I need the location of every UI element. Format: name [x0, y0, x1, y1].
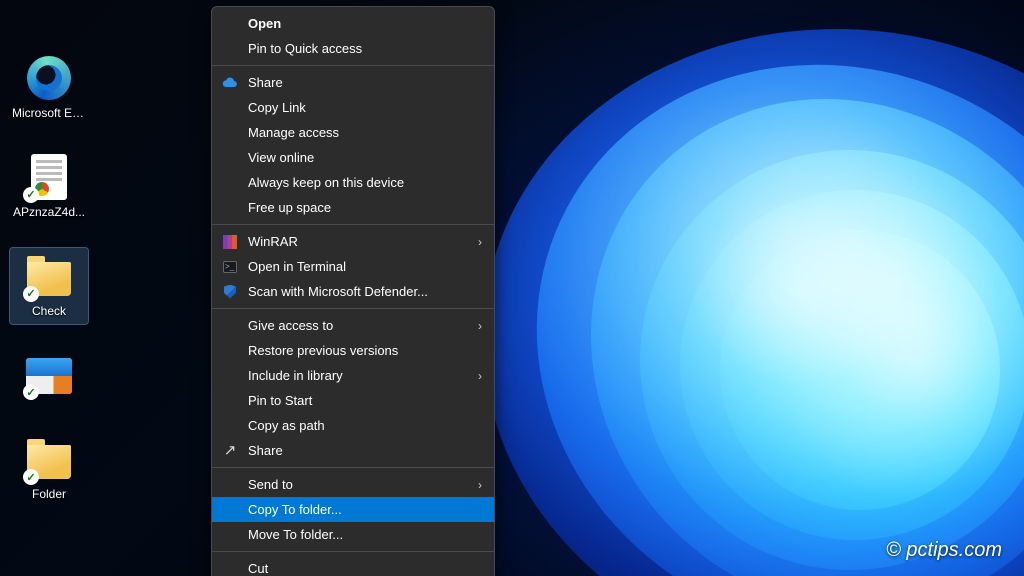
menu-item-label: Include in library [248, 368, 343, 383]
menu-item-label: Restore previous versions [248, 343, 398, 358]
menu-item-label: Open in Terminal [248, 259, 346, 274]
books-icon [222, 234, 238, 250]
menu-item-pin-to-start[interactable]: Pin to Start [212, 388, 494, 413]
menu-item-free-up-space[interactable]: Free up space [212, 195, 494, 220]
menu-separator [212, 467, 494, 468]
menu-item-give-access-to[interactable]: Give access to › [212, 313, 494, 338]
share-icon: ↗ [222, 443, 238, 459]
menu-item-label: Always keep on this device [248, 175, 404, 190]
desktop-icon-label: Microsoft Edge [12, 107, 86, 121]
menu-item-label: Free up space [248, 200, 331, 215]
menu-item-pin-to-quick-access[interactable]: Pin to Quick access [212, 36, 494, 61]
chevron-right-icon: › [478, 478, 482, 492]
menu-item-send-to[interactable]: Send to › [212, 472, 494, 497]
menu-item-label: Copy To folder... [248, 502, 342, 517]
menu-item-view-online[interactable]: View online [212, 145, 494, 170]
menu-item-move-to-folder[interactable]: Move To folder... [212, 522, 494, 547]
menu-item-copy-as-path[interactable]: Copy as path [212, 413, 494, 438]
desktop-icon-label: APznzaZ4d... [12, 206, 86, 220]
doc-icon [25, 153, 73, 201]
menu-item-cut[interactable]: Cut [212, 556, 494, 576]
sync-badge-icon [23, 187, 39, 203]
menu-item-open[interactable]: Open [212, 11, 494, 36]
terminal-icon: >_ [222, 259, 238, 275]
menu-item-copy-link[interactable]: Copy Link [212, 95, 494, 120]
menu-item-scan-with-microsoft-defender[interactable]: Scan with Microsoft Defender... [212, 279, 494, 304]
watermark: © pctips.com [886, 539, 1002, 562]
folder-icon [25, 252, 73, 300]
menu-item-label: Share [248, 75, 283, 90]
menu-item-label: Cut [248, 561, 268, 576]
menu-separator [212, 65, 494, 66]
menu-item-copy-to-folder[interactable]: Copy To folder... [212, 497, 494, 522]
menu-item-label: Scan with Microsoft Defender... [248, 284, 428, 299]
desktop-icon-label: Folder [12, 488, 86, 502]
desktop-icon-folder2[interactable]: Folder [10, 431, 88, 508]
sync-badge-icon [23, 469, 39, 485]
menu-item-label: View online [248, 150, 314, 165]
cloud-icon [222, 75, 238, 91]
edge-icon [25, 54, 73, 102]
wallpaper-bloom [420, 0, 1024, 576]
menu-item-always-keep-on-this-device[interactable]: Always keep on this device [212, 170, 494, 195]
sync-badge-icon [23, 384, 39, 400]
menu-item-label: Open [248, 16, 281, 31]
menu-item-label: Copy Link [248, 100, 306, 115]
menu-item-open-in-terminal[interactable]: >_ Open in Terminal [212, 254, 494, 279]
menu-item-include-in-library[interactable]: Include in library › [212, 363, 494, 388]
menu-item-label: Copy as path [248, 418, 325, 433]
chevron-right-icon: › [478, 235, 482, 249]
menu-item-share[interactable]: Share [212, 70, 494, 95]
desktop-icon-edge[interactable]: Microsoft Edge [10, 50, 88, 127]
desktop-icon-cpl[interactable] [10, 346, 88, 409]
menu-item-restore-previous-versions[interactable]: Restore previous versions [212, 338, 494, 363]
menu-item-label: Send to [248, 477, 293, 492]
chevron-right-icon: › [478, 319, 482, 333]
menu-item-winrar[interactable]: WinRAR › [212, 229, 494, 254]
shield-icon [222, 284, 238, 300]
menu-item-manage-access[interactable]: Manage access [212, 120, 494, 145]
menu-item-label: Share [248, 443, 283, 458]
cpl-icon [25, 350, 73, 398]
menu-separator [212, 551, 494, 552]
desktop-icon-doc1[interactable]: APznzaZ4d... [10, 149, 88, 226]
context-menu: Open Pin to Quick access Share Copy Link Man… [211, 6, 495, 576]
chevron-right-icon: › [478, 369, 482, 383]
menu-item-label: Pin to Quick access [248, 41, 362, 56]
menu-item-share[interactable]: ↗ Share [212, 438, 494, 463]
menu-item-label: Pin to Start [248, 393, 312, 408]
menu-item-label: Give access to [248, 318, 333, 333]
menu-item-label: WinRAR [248, 234, 298, 249]
menu-separator [212, 224, 494, 225]
menu-item-label: Move To folder... [248, 527, 343, 542]
desktop-icon-check[interactable]: Check [10, 248, 88, 325]
menu-item-label: Manage access [248, 125, 339, 140]
desktop-icons: Microsoft Edge APznzaZ4d... Check Folder [10, 50, 90, 530]
folder-icon [25, 435, 73, 483]
sync-badge-icon [23, 286, 39, 302]
desktop-icon-label: Check [12, 305, 86, 319]
menu-separator [212, 308, 494, 309]
